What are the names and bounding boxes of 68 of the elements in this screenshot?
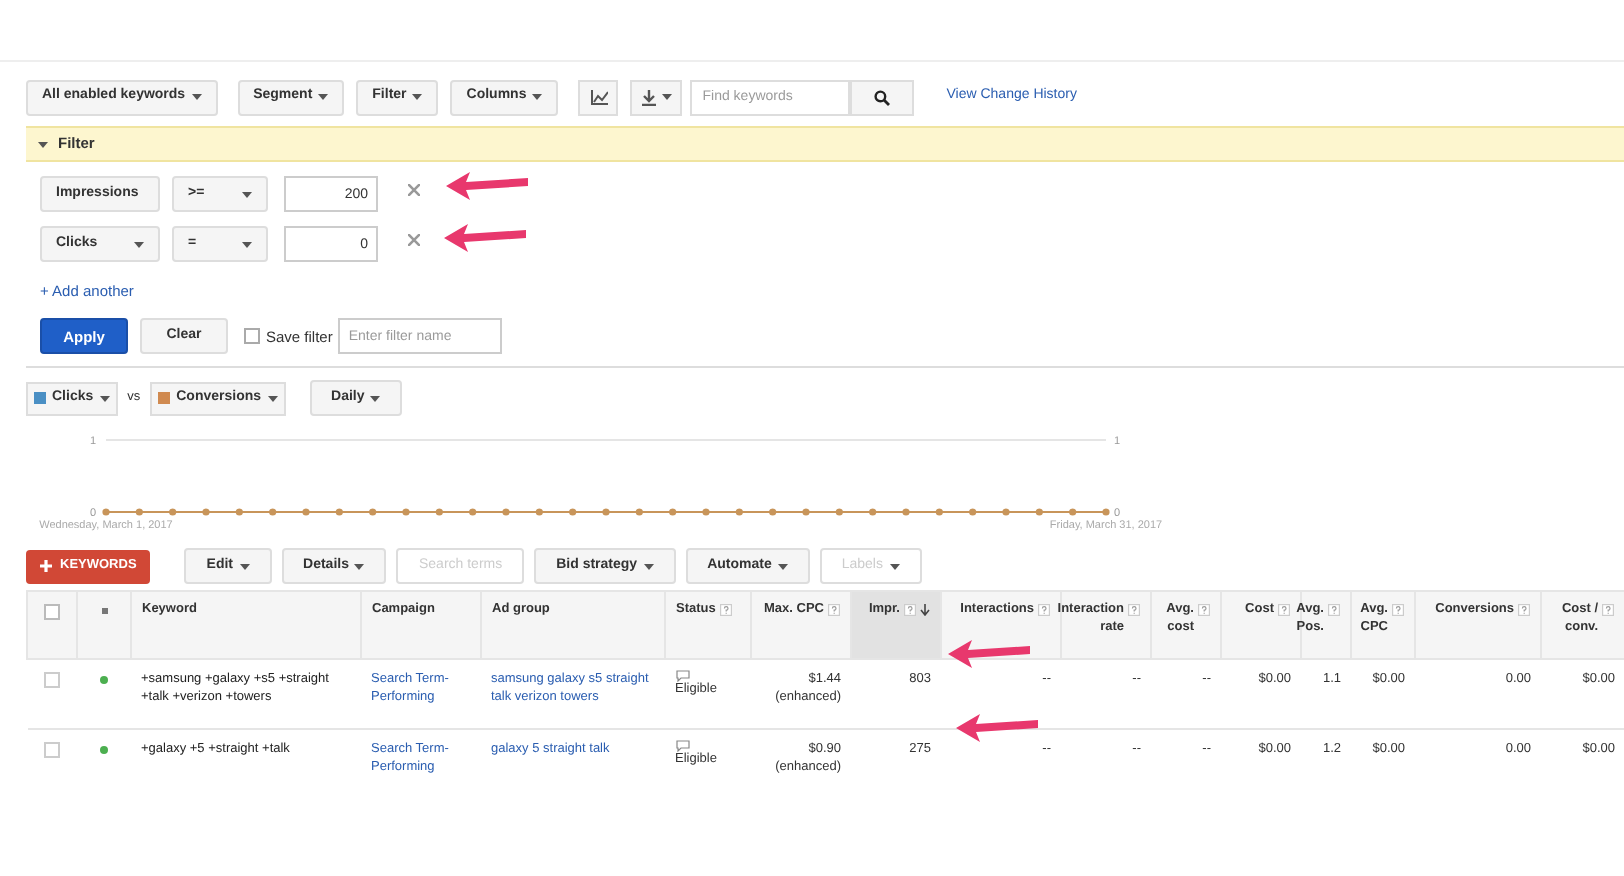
data-point bbox=[1002, 508, 1010, 517]
save-filter-checkbox[interactable] bbox=[244, 328, 260, 345]
data-point bbox=[802, 508, 810, 517]
data-point bbox=[1102, 508, 1110, 517]
data-point bbox=[1035, 508, 1043, 517]
caret-icon bbox=[532, 94, 543, 100]
data-point bbox=[502, 508, 510, 517]
caret-icon bbox=[239, 563, 250, 570]
select-all-checkbox[interactable] bbox=[44, 604, 60, 621]
caret-icon bbox=[267, 395, 278, 402]
data-point bbox=[1069, 508, 1077, 517]
data-point bbox=[669, 508, 677, 517]
pointer-arrow bbox=[948, 640, 1032, 668]
caret-icon bbox=[661, 94, 672, 100]
data-point bbox=[202, 508, 210, 517]
pointer-arrow bbox=[956, 714, 1040, 742]
data-point bbox=[702, 508, 710, 517]
chart-button[interactable] bbox=[578, 79, 619, 115]
caret-icon bbox=[318, 94, 329, 100]
caret-icon bbox=[99, 395, 110, 402]
caret-icon bbox=[354, 563, 365, 570]
data-point bbox=[602, 508, 610, 517]
caret-icon bbox=[134, 241, 144, 247]
data-point bbox=[302, 508, 310, 517]
data-point bbox=[535, 508, 543, 517]
data-point bbox=[969, 508, 977, 517]
close-icon[interactable] bbox=[408, 234, 420, 246]
caret-icon bbox=[412, 94, 423, 100]
data-point bbox=[835, 508, 843, 517]
data-point bbox=[735, 508, 743, 517]
pointer-arrow bbox=[444, 224, 528, 252]
data-point bbox=[369, 508, 377, 517]
data-point bbox=[569, 508, 577, 517]
data-point bbox=[402, 508, 410, 517]
caret-icon bbox=[370, 395, 381, 402]
download-button[interactable] bbox=[630, 79, 683, 115]
caret-icon bbox=[38, 141, 48, 147]
data-point bbox=[169, 508, 177, 517]
close-icon[interactable] bbox=[408, 184, 420, 196]
data-point bbox=[902, 508, 910, 517]
data-point bbox=[935, 508, 943, 517]
row-checkbox[interactable] bbox=[44, 742, 60, 759]
download-icon bbox=[641, 89, 656, 105]
plus-icon bbox=[40, 560, 52, 573]
search-icon bbox=[874, 89, 891, 105]
data-point bbox=[135, 508, 143, 517]
data-point bbox=[335, 508, 343, 517]
caret-icon bbox=[242, 191, 252, 197]
speech-bubble-icon bbox=[675, 670, 689, 683]
data-point bbox=[635, 508, 643, 517]
data-point bbox=[235, 508, 243, 517]
data-point bbox=[469, 508, 477, 517]
line-chart-icon bbox=[589, 89, 608, 105]
data-point bbox=[769, 508, 777, 517]
data-point bbox=[435, 508, 443, 517]
caret-icon bbox=[242, 241, 252, 247]
pointer-arrow bbox=[446, 172, 530, 200]
row-checkbox[interactable] bbox=[44, 672, 60, 689]
speech-bubble-icon bbox=[675, 740, 689, 753]
search-button[interactable] bbox=[850, 79, 915, 115]
caret-icon bbox=[191, 94, 202, 100]
data-point bbox=[869, 508, 877, 517]
data-point bbox=[102, 508, 110, 517]
sort-arrow-icon bbox=[920, 604, 930, 617]
caret-icon bbox=[777, 563, 788, 570]
caret-icon bbox=[889, 563, 899, 570]
data-point bbox=[269, 508, 277, 517]
caret-icon bbox=[643, 563, 654, 570]
